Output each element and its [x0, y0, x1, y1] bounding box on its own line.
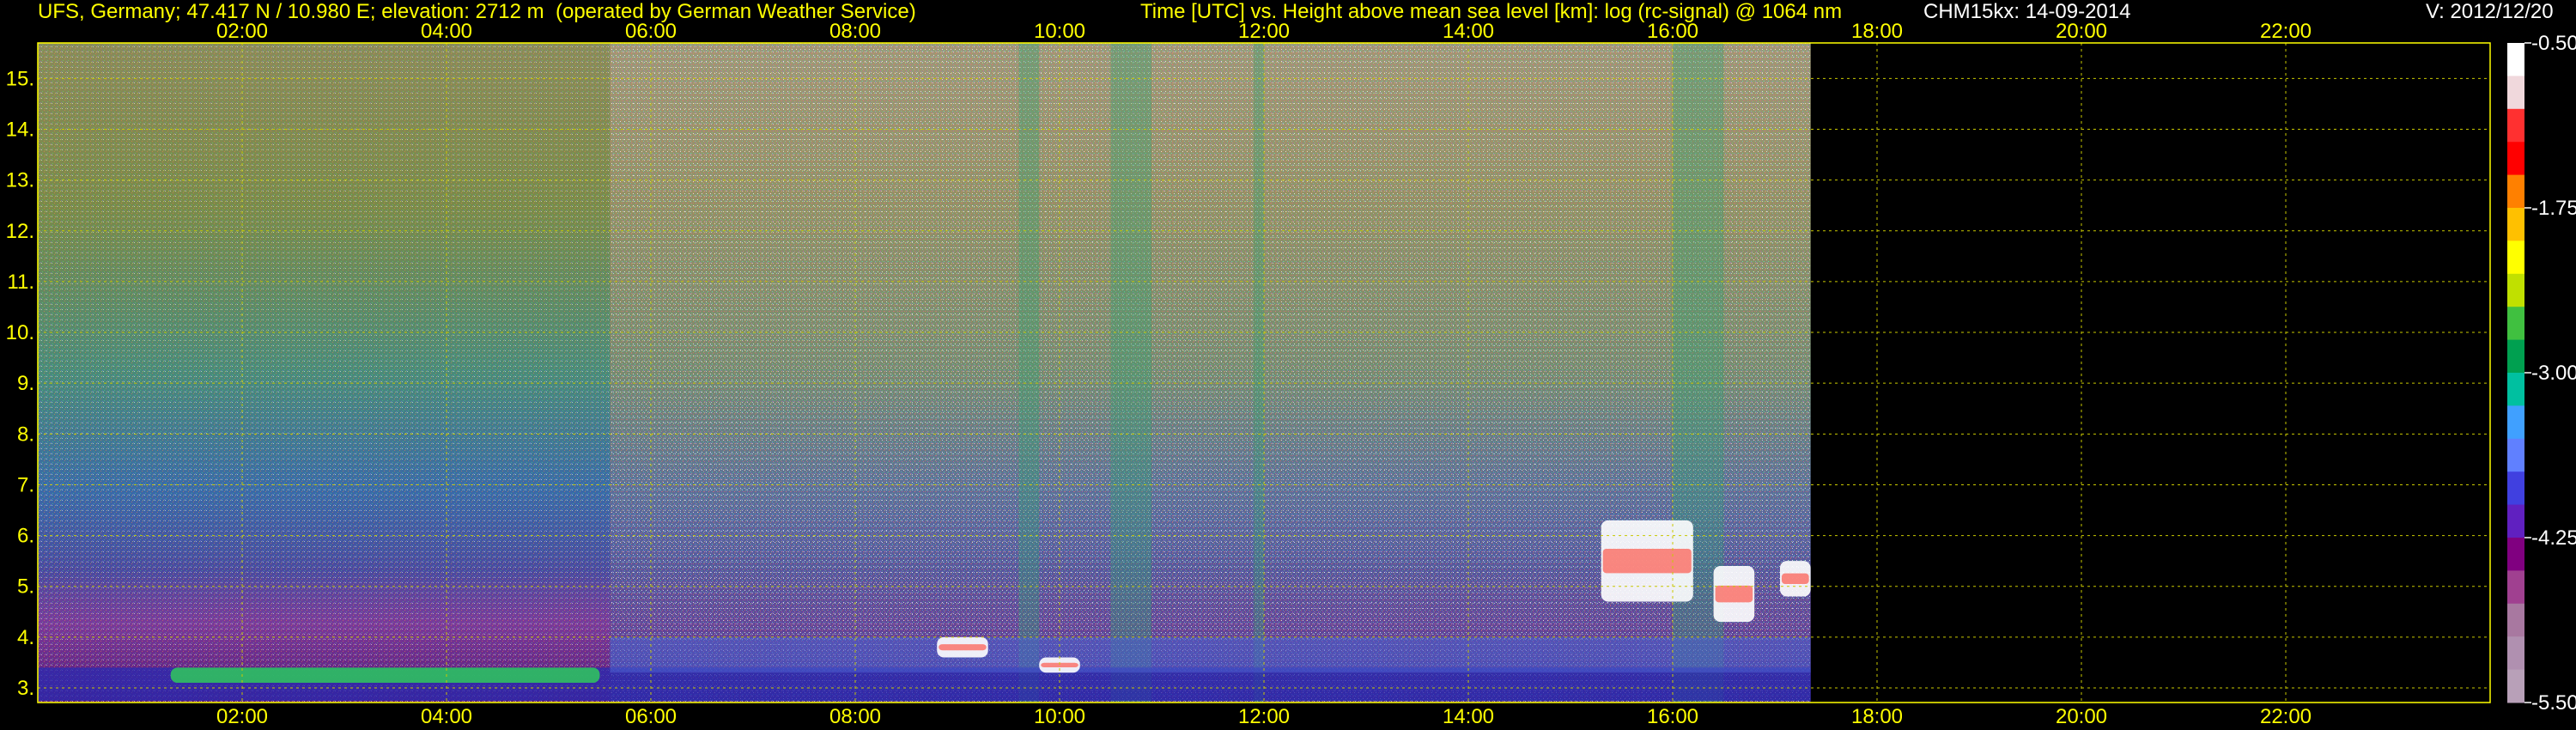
- colorbar-segment: [2507, 636, 2524, 671]
- signal-streak: [1018, 43, 1040, 703]
- x-tick-label-bottom: 10:00: [1034, 705, 1085, 728]
- x-tick-label-bottom: 22:00: [2260, 705, 2312, 728]
- x-tick-label-bottom: 06:00: [625, 705, 677, 728]
- colorbar-segment: [2507, 373, 2524, 406]
- cloud-c-core: [1602, 548, 1692, 574]
- colorbar-segment: [2507, 438, 2524, 472]
- colorbar-segment: [2507, 570, 2524, 605]
- ceilometer-chart: 02:0002:0004:0004:0006:0006:0008:0008:00…: [6, 20, 2576, 728]
- y-tick-label: 9.: [17, 372, 34, 395]
- signal-streak: [1254, 43, 1264, 703]
- y-tick-label: 8.: [17, 423, 34, 446]
- y-tick-label: 15.: [6, 67, 34, 90]
- colorbar-segment: [2507, 142, 2524, 176]
- y-tick-label: 4.: [17, 626, 34, 649]
- signal-streak: [1110, 43, 1152, 703]
- colorbar-tick-label: -0.50: [2531, 32, 2576, 55]
- colorbar-segment: [2507, 307, 2524, 341]
- x-tick-label-bottom: 08:00: [829, 705, 881, 728]
- x-tick-label-bottom: 04:00: [421, 705, 472, 728]
- y-tick-label: 14.: [6, 119, 34, 142]
- x-tick-label-top: 22:00: [2260, 20, 2312, 43]
- colorbar-tick-label: -3.00: [2531, 362, 2576, 385]
- colorbar-segment: [2507, 339, 2524, 374]
- colorbar-segment: [2507, 603, 2524, 637]
- x-tick-label-bottom: 14:00: [1443, 705, 1494, 728]
- colorbar-segment: [2507, 471, 2524, 506]
- x-tick-label-bottom: 18:00: [1851, 705, 1903, 728]
- lower-aerosol-layer: [610, 636, 1811, 673]
- colorbar: -0.50 -1.75 -3.00 -4.25 -5.50: [2507, 32, 2576, 715]
- x-tick-label-bottom: 12:00: [1238, 705, 1290, 728]
- colorbar-segment: [2507, 669, 2524, 703]
- colorbar-segment: [2507, 405, 2524, 440]
- colorbar-segment: [2507, 174, 2524, 209]
- y-tick-label: 10.: [6, 321, 34, 344]
- x-tick-label-top: 18:00: [1851, 20, 1903, 43]
- station-info: UFS, Germany; 47.417 N / 10.980 E; eleva…: [38, 0, 916, 23]
- y-tick-label: 12.: [6, 220, 34, 243]
- cloud-e-core: [1781, 573, 1809, 585]
- version-label: V: 2012/12/20: [2426, 0, 2554, 23]
- colorbar-segment: [2507, 208, 2524, 241]
- colorbar-tick-label: -5.50: [2531, 691, 2576, 715]
- y-tick-label: 5.: [17, 575, 34, 599]
- colorbar-segment: [2507, 538, 2524, 571]
- cloud-a-core: [939, 644, 987, 651]
- colorbar-tick-label: -4.25: [2531, 526, 2576, 550]
- instrument-date: CHM15kx: 14-09-2014: [1923, 0, 2131, 23]
- y-tick-label: 13.: [6, 169, 34, 192]
- colorbar-tick-label: -1.75: [2531, 197, 2576, 220]
- cloud-d-core: [1715, 585, 1753, 603]
- x-tick-label-bottom: 02:00: [216, 705, 268, 728]
- colorbar-segment: [2507, 240, 2524, 275]
- noise-texture-dense: [610, 43, 1811, 703]
- colorbar-segment: [2507, 108, 2524, 143]
- boundary-layer-aerosol: [170, 667, 600, 684]
- x-tick-label-bottom: 16:00: [1647, 705, 1698, 728]
- x-tick-label-top: 10:00: [1034, 20, 1085, 43]
- y-tick-label: 6.: [17, 525, 34, 548]
- colorbar-segment: [2507, 76, 2524, 110]
- x-tick-label-bottom: 20:00: [2056, 705, 2107, 728]
- y-tick-label: 3.: [17, 677, 34, 700]
- colorbar-segment: [2507, 504, 2524, 538]
- y-tick-label: 7.: [17, 473, 34, 496]
- chart-title: Time [UTC] vs. Height above mean sea lev…: [1140, 0, 1843, 23]
- colorbar-segment: [2507, 273, 2524, 307]
- colorbar-segment: [2507, 43, 2524, 76]
- y-tick-label: 11.: [7, 271, 34, 294]
